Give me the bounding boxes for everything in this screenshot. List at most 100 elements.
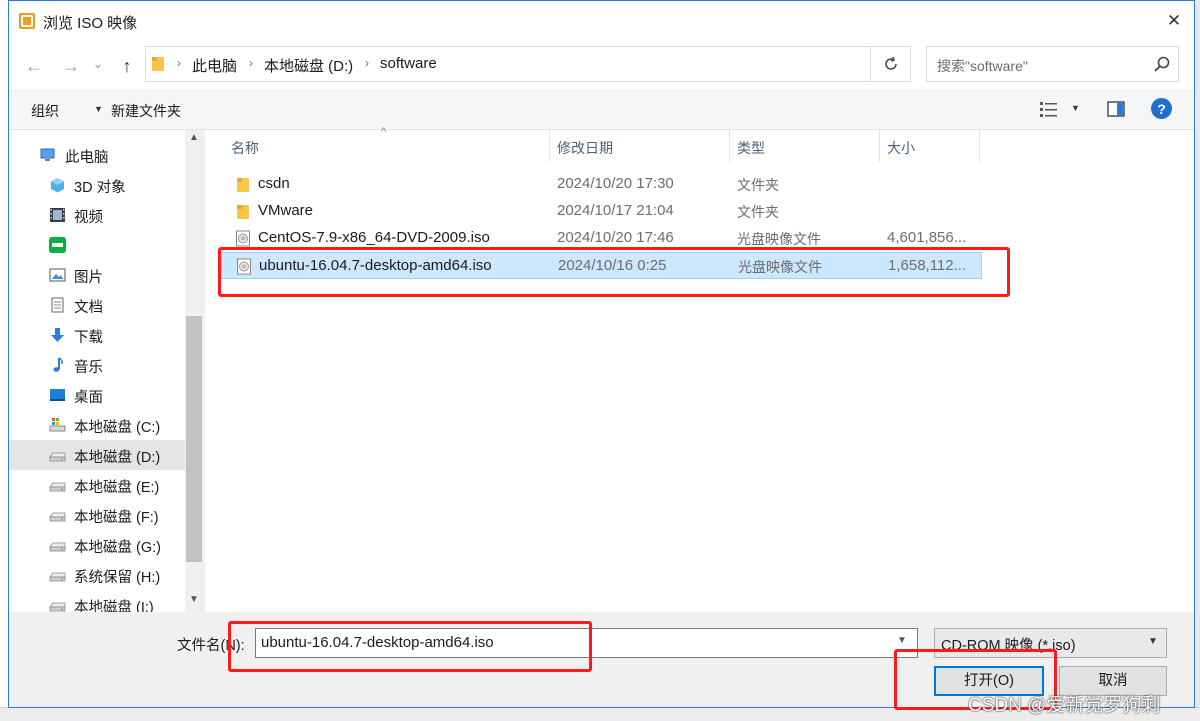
arrow-right-icon: → <box>62 55 80 76</box>
column-divider[interactable] <box>979 130 980 162</box>
column-header-type[interactable]: 类型 <box>737 138 765 158</box>
watermark: CSDN @爱新觉罗狗剩 <box>968 695 1161 716</box>
browse-iso-dialog: 浏览 ISO 映像 ✕ ← → ⌄ ↑ › 此电脑 › 本地磁盘 (D:) › <box>8 0 1195 708</box>
sidebar-item[interactable]: 此电脑 <box>9 140 185 170</box>
breadcrumb-separator-icon: › <box>365 56 369 70</box>
drive-icon <box>49 567 66 583</box>
sidebar-item-label: 视频 <box>74 210 103 226</box>
search-placeholder: 搜索"software" <box>937 58 1028 74</box>
column-header-size[interactable]: 大小 <box>887 138 915 158</box>
breadcrumb-software[interactable]: software <box>380 55 437 72</box>
column-header-modified[interactable]: 修改日期 <box>557 138 613 158</box>
organize-button[interactable]: 组织 <box>31 101 59 121</box>
cube-3d-icon <box>49 177 66 193</box>
forward-button[interactable]: → <box>60 55 82 77</box>
help-button[interactable]: ? <box>1151 98 1172 119</box>
breadcrumb-separator-icon: › <box>249 56 253 70</box>
recent-locations-button[interactable]: ⌄ <box>91 53 105 75</box>
folder-icon <box>152 57 164 71</box>
sidebar-item[interactable]: 音乐 <box>9 350 185 380</box>
sidebar-item[interactable]: 下载 <box>9 320 185 350</box>
search-icon[interactable] <box>1153 55 1171 73</box>
system-drive-icon <box>49 417 66 433</box>
column-header-name[interactable]: 名称 <box>231 138 259 158</box>
sort-ascending-icon: ^ <box>381 126 387 138</box>
sidebar-item[interactable]: 本地磁盘 (G:) <box>9 530 185 560</box>
search-input[interactable]: 搜索"software" <box>926 46 1179 82</box>
download-icon <box>49 327 66 343</box>
file-size: 4,601,856... <box>887 229 967 246</box>
computer-icon <box>39 147 56 163</box>
column-divider[interactable] <box>879 130 880 162</box>
chevron-down-icon[interactable]: ▼ <box>897 635 907 646</box>
arrow-up-icon: ↑ <box>122 55 132 76</box>
breadcrumb-drive-d[interactable]: 本地磁盘 (D:) <box>264 55 353 76</box>
sidebar-item-label: 桌面 <box>74 390 103 406</box>
view-options-icon[interactable] <box>1039 100 1059 118</box>
sidebar-item-label: 下载 <box>74 330 103 346</box>
sidebar-item-label: 3D 对象 <box>74 180 126 196</box>
file-name: csdn <box>258 175 290 192</box>
breadcrumb-this-pc[interactable]: 此电脑 <box>192 55 237 76</box>
file-type: 文件夹 <box>737 177 779 193</box>
sidebar-item-label: 系统保留 (H:) <box>74 570 161 586</box>
command-toolbar: 组织 ▼ 新建文件夹 ▼ ? <box>9 89 1194 130</box>
column-divider[interactable] <box>729 130 730 162</box>
file-modified: 2024/10/20 17:30 <box>557 175 674 192</box>
file-row[interactable]: csdn 2024/10/20 17:30 文件夹 <box>221 171 982 198</box>
column-divider[interactable] <box>549 130 550 162</box>
sidebar-item-label: 音乐 <box>74 360 103 376</box>
sidebar-item[interactable]: 本地磁盘 (F:) <box>9 500 185 530</box>
highlight-filename-input <box>228 621 592 672</box>
scroll-up-icon[interactable]: ▲ <box>185 132 203 148</box>
sidebar-item-label: 本地磁盘 (C:) <box>74 420 161 436</box>
preview-pane-icon[interactable] <box>1107 101 1125 117</box>
folder-icon <box>235 176 251 193</box>
new-folder-button[interactable]: 新建文件夹 <box>111 101 181 121</box>
sidebar-item-label: 本地磁盘 (F:) <box>74 510 159 526</box>
file-type: 光盘映像文件 <box>737 231 821 247</box>
chevron-down-icon: ⌄ <box>92 56 104 71</box>
drive-icon <box>49 477 66 493</box>
music-icon <box>49 357 66 373</box>
view-dropdown-icon[interactable]: ▼ <box>1071 103 1080 113</box>
navigation-bar: ← → ⌄ ↑ › 此电脑 › 本地磁盘 (D:) › software 搜索"… <box>9 41 1194 89</box>
desktop-icon <box>49 387 66 403</box>
back-button[interactable]: ← <box>23 55 45 77</box>
folder-icon <box>235 203 251 220</box>
highlight-selected-file <box>218 247 1010 297</box>
scroll-down-icon[interactable]: ▼ <box>185 594 203 610</box>
organize-dropdown-icon[interactable]: ▼ <box>94 104 103 114</box>
title-bar[interactable]: 浏览 ISO 映像 ✕ <box>9 1 1194 41</box>
sidebar-item[interactable]: 桌面 <box>9 380 185 410</box>
drive-icon <box>49 447 66 463</box>
sidebar-item[interactable]: 本地磁盘 (I:) <box>9 590 185 612</box>
file-name: CentOS-7.9-x86_64-DVD-2009.iso <box>258 229 490 246</box>
navigation-pane: 此电脑 3D 对象 视频 图片 文档 下载 音乐 桌面 本地磁盘 (C:) 本地磁盘 (D:) 本地… <box>9 130 203 612</box>
file-type: 文件夹 <box>737 204 779 220</box>
sidebar-item[interactable]: 视频 <box>9 200 185 230</box>
video-icon <box>49 207 66 223</box>
sidebar-item[interactable]: 本地磁盘 (C:) <box>9 410 185 440</box>
sidebar-item[interactable]: 文档 <box>9 290 185 320</box>
disc-image-icon <box>235 230 251 247</box>
arrow-left-icon: ← <box>25 55 43 76</box>
sidebar-item-label: 图片 <box>74 270 103 286</box>
file-row[interactable]: VMware 2024/10/17 21:04 文件夹 <box>221 198 982 225</box>
drive-icon <box>49 507 66 523</box>
refresh-button[interactable] <box>871 46 911 82</box>
sidebar-item[interactable]: 3D 对象 <box>9 170 185 200</box>
sidebar-item[interactable]: 本地磁盘 (E:) <box>9 470 185 500</box>
file-name: VMware <box>258 202 314 219</box>
up-button[interactable]: ↑ <box>116 55 138 77</box>
sidebar-item[interactable]: 图片 <box>9 260 185 290</box>
close-button[interactable]: ✕ <box>1159 6 1189 36</box>
drive-icon <box>49 537 66 553</box>
sidebar-item[interactable]: 本地磁盘 (D:) <box>9 440 185 470</box>
navigation-scrollbar-thumb[interactable] <box>186 316 202 562</box>
file-list-pane: ^ 名称 修改日期 类型 大小 csdn 2024/10/20 17:30 文件夹 V… <box>205 126 1194 612</box>
sidebar-item-label: 此电脑 <box>65 150 109 166</box>
address-bar[interactable]: › 此电脑 › 本地磁盘 (D:) › software <box>145 46 996 82</box>
sidebar-item[interactable]: 系统保留 (H:) <box>9 560 185 590</box>
sidebar-item[interactable] <box>9 230 185 260</box>
